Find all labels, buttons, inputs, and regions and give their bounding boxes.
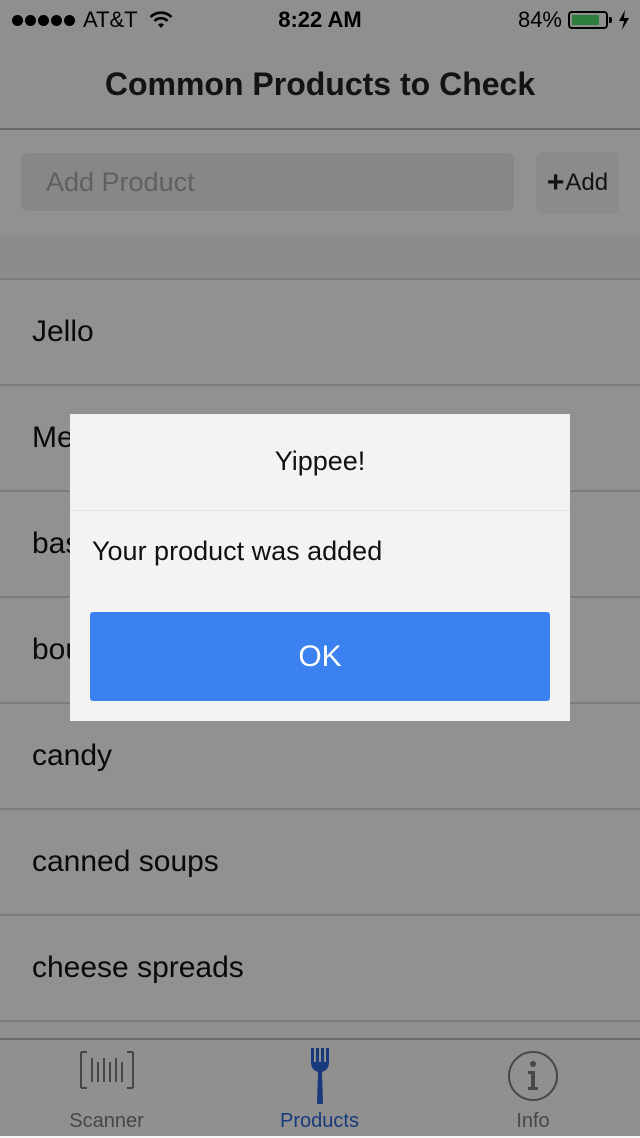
alert-dialog: Yippee! Your product was added OK <box>70 414 570 721</box>
ok-button[interactable]: OK <box>90 612 550 701</box>
dialog-message: Your product was added <box>92 536 383 566</box>
dialog-divider <box>70 510 570 511</box>
dialog-title: Yippee! <box>274 446 366 476</box>
